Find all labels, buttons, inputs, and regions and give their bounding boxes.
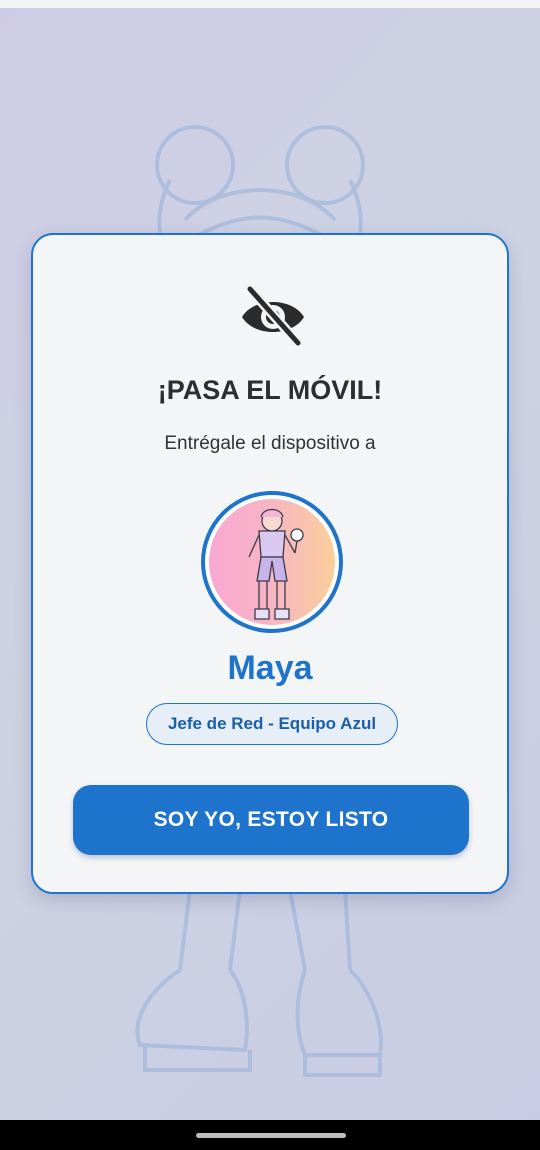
navigation-bar <box>0 1120 540 1150</box>
status-bar <box>0 0 540 8</box>
ready-button[interactable]: SOY YO, ESTOY LISTO <box>73 785 469 855</box>
player-avatar <box>201 491 343 633</box>
pass-device-dialog: ¡PASA EL MÓVIL! Entrégale el dispositivo… <box>31 233 509 894</box>
dialog-title: ¡PASA EL MÓVIL! <box>157 375 383 405</box>
eye-slash-icon <box>238 283 308 348</box>
app-screen: ¡PASA EL MÓVIL! Entrégale el dispositivo… <box>0 0 540 1150</box>
character-avatar <box>209 499 335 625</box>
role-badge: Jefe de Red - Equipo Azul <box>146 703 398 745</box>
home-indicator[interactable] <box>196 1133 346 1138</box>
dialog-subtitle: Entrégale el dispositivo a <box>164 433 376 454</box>
player-name: Maya <box>227 649 313 687</box>
